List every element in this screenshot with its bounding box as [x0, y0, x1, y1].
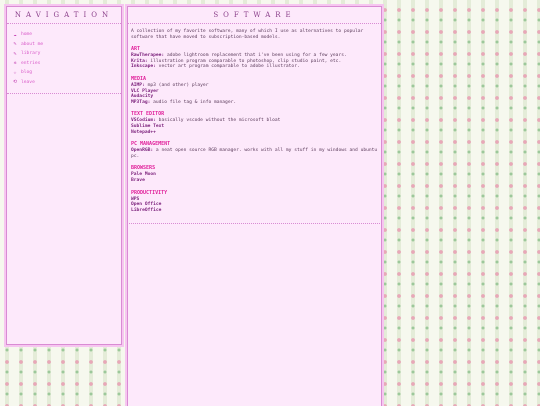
- nav-item-about-me[interactable]: ✎ about me: [11, 40, 121, 50]
- nav-item-entries[interactable]: ✲ entries: [11, 59, 121, 69]
- nav-item-leave[interactable]: ⟲ leave: [11, 78, 121, 88]
- nav-item-label: home: [21, 32, 33, 38]
- software-entry: LibreOffice: [131, 208, 378, 214]
- software-section: MEDIA AIMP: mp3 (and other) player VLC Pla…: [131, 76, 378, 105]
- software-name: Audacity: [131, 94, 154, 100]
- navigation-panel: NAVIGATION ☁ home ✎ about me ✎ library ✲ entrie…: [4, 4, 124, 347]
- bookmark-icon: ✎: [13, 50, 17, 57]
- pencil-icon: ✎: [13, 41, 17, 48]
- cloud-icon: ☁: [13, 31, 17, 38]
- section-heading: TEXT EDITOR: [131, 111, 165, 118]
- software-name: RawTherapee:: [131, 53, 165, 59]
- software-entry: OpenRGB: a neat open source RGB manager.…: [131, 148, 378, 159]
- nav-item-blog[interactable]: ☆ blog: [11, 68, 121, 78]
- software-name: VSCodium:: [131, 118, 156, 124]
- software-panel: SOFTWARE A collection of my favorite sof…: [125, 4, 384, 406]
- software-name: Notepad++: [131, 129, 156, 135]
- software-section: TEXT EDITOR VSCodium: basically vscode wi…: [131, 111, 378, 135]
- nav-item-label: blog: [21, 70, 33, 76]
- software-name: Inkscape:: [131, 64, 156, 70]
- software-description: a neat open source RGB manager. works wi…: [131, 148, 378, 159]
- nav-item-label: library: [21, 51, 41, 57]
- page-title: SOFTWARE: [128, 7, 381, 24]
- software-section: BROWSERS Pale Moon Brave: [131, 165, 378, 183]
- software-name: VLC Player: [131, 88, 159, 94]
- software-entry: MP3Tag: audio file tag & info manager.: [131, 100, 378, 106]
- software-name: Open Office: [131, 202, 162, 208]
- star-icon: ☆: [13, 69, 17, 76]
- software-description: adobe lightroom replacement that i've be…: [164, 53, 347, 59]
- software-name: LibreOffice: [131, 207, 162, 213]
- intro-text: A collection of my favorite software, ma…: [131, 29, 364, 40]
- software-name: Brave: [131, 177, 145, 183]
- software-name: Sublime Text: [131, 123, 165, 129]
- nav-item-home[interactable]: ☁ home: [11, 30, 121, 40]
- software-description: mp3 (and other) player: [144, 82, 209, 88]
- nav-item-label: entries: [21, 60, 41, 66]
- sparkle-icon: ✲: [13, 60, 17, 67]
- software-name: OpenRGB:: [131, 148, 154, 154]
- navigation-list: ☁ home ✎ about me ✎ library ✲ entries ☆ blog ⟲ leav…: [7, 24, 121, 94]
- section-heading: MEDIA: [131, 75, 147, 82]
- section-heading: PC MANAGEMENT: [131, 141, 171, 148]
- return-icon: ⟲: [12, 79, 18, 86]
- software-entry: Brave: [131, 178, 378, 184]
- software-description: vector art program comparable to adobe i…: [155, 64, 300, 70]
- software-name: WPS: [131, 196, 140, 202]
- nav-item-label: leave: [21, 79, 35, 85]
- section-heading: PRODUCTIVITY: [131, 189, 168, 196]
- section-heading: BROWSERS: [131, 165, 156, 172]
- software-entry: Inkscape: vector art program comparable …: [131, 64, 378, 70]
- content-divider: [125, 223, 384, 225]
- software-description: audio file tag & info manager.: [150, 99, 237, 105]
- navigation-title: NAVIGATION: [7, 7, 121, 24]
- software-sections: ART RawTherapee: adobe lightroom replacem…: [131, 46, 378, 213]
- software-section: ART RawTherapee: adobe lightroom replacem…: [131, 46, 378, 70]
- section-heading: ART: [131, 46, 141, 53]
- software-name: AIMP:: [131, 82, 145, 88]
- software-section: PRODUCTIVITY WPS Open Office LibreOffice: [131, 190, 378, 214]
- software-content: A collection of my favorite software, ma…: [128, 24, 381, 223]
- software-description: basically vscode without the microsoft b…: [155, 118, 281, 124]
- software-name: Pale Moon: [131, 172, 156, 178]
- software-entry: Notepad++: [131, 130, 378, 136]
- software-section: PC MANAGEMENT OpenRGB: a neat open source…: [131, 141, 378, 159]
- software-name: MP3Tag:: [131, 99, 151, 105]
- nav-item-label: about me: [21, 41, 44, 47]
- nav-item-library[interactable]: ✎ library: [11, 49, 121, 59]
